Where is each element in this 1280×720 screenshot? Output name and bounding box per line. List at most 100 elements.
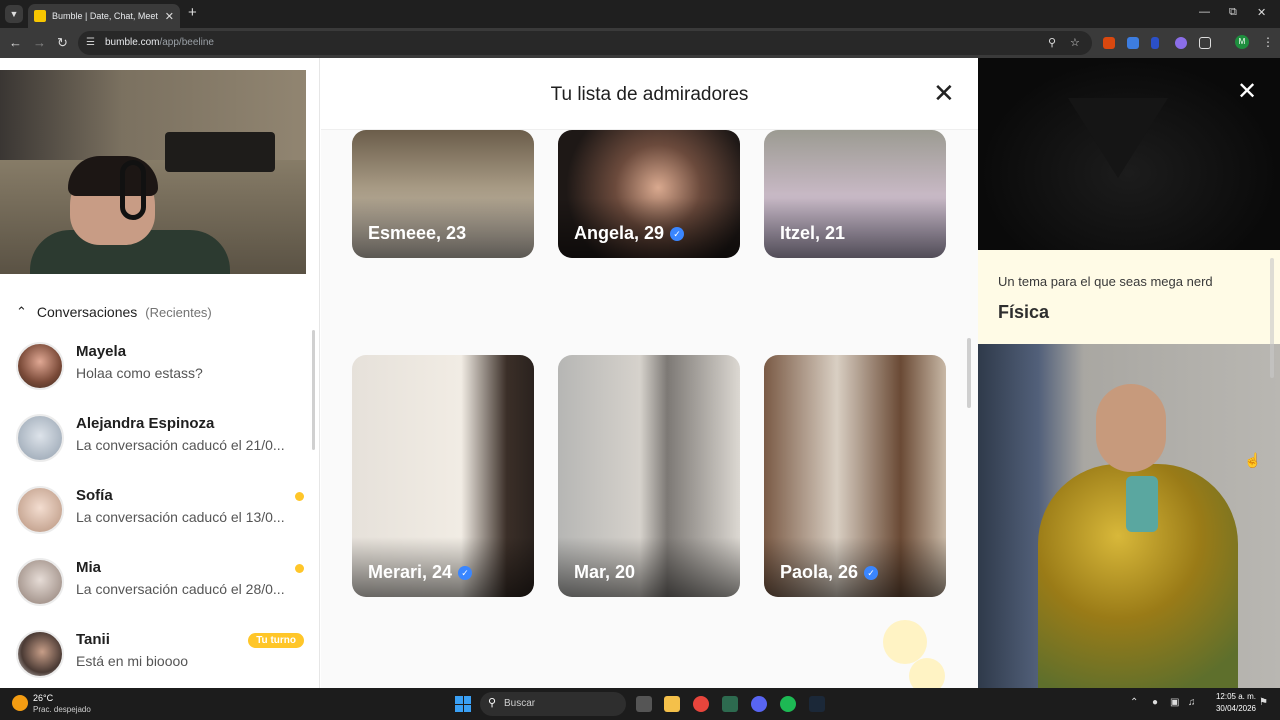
conversation-preview: La conversación caducó el 21/0... xyxy=(76,437,285,453)
admirer-card[interactable]: Itzel, 21 xyxy=(764,130,946,258)
conversation-preview: Está en mi bioooo xyxy=(76,653,189,669)
chrome-icon[interactable] xyxy=(693,696,709,712)
browser-toolbar: ← → ↻ ☰ bumble.com/app/beeline ⚲ ☆ M ⋮ xyxy=(0,28,1280,58)
browser-tab-bumble[interactable]: Bumble | Date, Chat, Meet New ✕ xyxy=(28,4,180,28)
browser-menu-icon[interactable]: ⋮ xyxy=(1262,35,1274,49)
photo-detail xyxy=(1068,98,1168,178)
taskbar-search[interactable]: ⚲ Buscar xyxy=(480,692,626,716)
honeycomb-decoration xyxy=(883,620,927,664)
url-path: /app/beeline xyxy=(159,37,214,48)
profile-avatar[interactable]: M xyxy=(1235,35,1249,49)
microphone-icon[interactable]: ● xyxy=(1152,697,1158,708)
extension-icon-4[interactable] xyxy=(1175,37,1187,49)
close-window-button[interactable]: ✕ xyxy=(1257,6,1266,19)
conversation-name: Mia xyxy=(76,559,102,576)
browser-tab-bar: ▼ Bumble | Date, Chat, Meet New ✕ + — ⧉ … xyxy=(0,0,1280,28)
tab-close-icon[interactable]: ✕ xyxy=(165,10,174,23)
conversations-header[interactable]: ⌃ Conversaciones (Recientes) xyxy=(16,304,212,320)
extension-icon-2[interactable] xyxy=(1127,37,1139,49)
minimize-window-button[interactable]: — xyxy=(1199,6,1210,18)
chevron-up-icon[interactable]: ⌃ xyxy=(16,304,27,320)
conversation-preview: La conversación caducó el 13/0... xyxy=(76,509,285,525)
steam-icon[interactable] xyxy=(809,696,825,712)
admirer-name-age: Esmeee, 23 xyxy=(368,223,467,243)
bookmark-star-icon[interactable]: ☆ xyxy=(1070,36,1080,49)
forward-button[interactable]: → xyxy=(33,35,46,51)
card-label: Esmeee, 23 xyxy=(368,223,466,244)
reload-button[interactable]: ↻ xyxy=(57,35,68,51)
conversation-name: Tanii xyxy=(76,631,110,648)
admirer-card[interactable]: Mar, 20 xyxy=(558,355,740,597)
card-label: Itzel, 21 xyxy=(780,223,845,244)
extensions-puzzle-icon[interactable] xyxy=(1199,37,1211,49)
close-icon[interactable]: ✕ xyxy=(933,80,955,106)
spotify-icon[interactable] xyxy=(780,696,796,712)
webcam-bed xyxy=(165,132,275,172)
prompt-question: Un tema para el que seas mega nerd xyxy=(998,274,1213,289)
close-icon[interactable]: ✕ xyxy=(1237,80,1257,104)
verified-check-icon: ✓ xyxy=(670,226,685,241)
windows-start-icon[interactable] xyxy=(455,696,471,712)
conversation-item-mia[interactable]: Mia La conversación caducó el 28/0... xyxy=(16,554,308,610)
avatar xyxy=(16,558,64,606)
photo-phone xyxy=(1126,476,1158,532)
admirer-card[interactable]: Merari, 24 ✓ xyxy=(352,355,534,597)
address-bar[interactable]: ☰ bumble.com/app/beeline ⚲ ☆ xyxy=(78,31,1092,55)
hand-cursor-icon: ☝ xyxy=(1244,452,1262,468)
conversation-item-sofia[interactable]: Sofía La conversación caducó el 13/0... xyxy=(16,482,308,538)
bumble-favicon-icon xyxy=(34,10,46,22)
url-domain: bumble.com xyxy=(105,37,160,48)
url-text[interactable]: bumble.com/app/beeline xyxy=(105,37,214,48)
tab-search-button[interactable]: ▼ xyxy=(5,5,23,23)
admirer-card[interactable]: Esmeee, 23 xyxy=(352,130,534,258)
notifications-icon[interactable]: ⚑ xyxy=(1259,697,1268,708)
clock-time[interactable]: 12:05 a. m. xyxy=(1206,692,1256,701)
volume-icon[interactable]: ♫ xyxy=(1188,697,1196,708)
zoom-icon[interactable]: ⚲ xyxy=(1048,36,1056,49)
admirer-name-age: Mar, 20 xyxy=(574,562,636,582)
unread-dot xyxy=(295,492,304,501)
clock-date[interactable]: 30/04/2026 xyxy=(1206,704,1256,713)
task-view-icon[interactable] xyxy=(636,696,652,712)
xbox-icon[interactable] xyxy=(722,696,738,712)
headset-icon xyxy=(120,160,146,220)
network-icon[interactable]: ▣ xyxy=(1170,697,1179,708)
modal-header: Tu lista de admiradores ✕ xyxy=(321,58,978,130)
conversation-name: Alejandra Espinoza xyxy=(76,415,215,432)
admirer-card[interactable]: Paola, 26 ✓ xyxy=(764,355,946,597)
conversation-preview: Holaa como estass? xyxy=(76,365,203,381)
back-button[interactable]: ← xyxy=(9,35,22,51)
conversation-item-tanii[interactable]: Tanii Está en mi bioooo Tu turno xyxy=(16,626,308,682)
weather-icon[interactable] xyxy=(12,695,28,711)
admirer-name-age: Itzel, 21 xyxy=(780,223,846,243)
profile-prompt: Un tema para el que seas mega nerd Físic… xyxy=(978,250,1280,344)
conversation-item-mayela[interactable]: Mayela Holaa como estass? xyxy=(16,338,308,394)
avatar xyxy=(16,342,64,390)
extension-icon-1[interactable] xyxy=(1103,37,1115,49)
tray-overflow-icon[interactable]: ⌃ xyxy=(1130,697,1138,708)
conversation-item-alejandra[interactable]: Alejandra Espinoza La conversación caduc… xyxy=(16,410,308,466)
weather-temperature: 26°C xyxy=(33,693,54,703)
sidebar-scrollbar[interactable] xyxy=(312,330,315,450)
sidebar: ⌃ Conversaciones (Recientes) Mayela Hola… xyxy=(0,58,320,688)
tab-title: Bumble | Date, Chat, Meet New xyxy=(52,11,161,21)
search-icon: ⚲ xyxy=(488,697,497,709)
unread-dot xyxy=(295,564,304,573)
file-explorer-icon[interactable] xyxy=(664,696,680,712)
extension-icon-3[interactable] xyxy=(1151,37,1159,49)
profile-scrollbar[interactable] xyxy=(1270,258,1274,378)
discord-icon[interactable] xyxy=(751,696,767,712)
admirer-name-age: Paola, 26 xyxy=(780,562,859,582)
webcam-overlay xyxy=(0,70,306,274)
profile-photo xyxy=(978,58,1280,250)
admirer-card[interactable]: Angela, 29 ✓ xyxy=(558,130,740,258)
new-tab-button[interactable]: + xyxy=(188,5,197,21)
avatar xyxy=(16,414,64,462)
site-info-icon[interactable]: ☰ xyxy=(86,37,95,48)
card-label: Mar, 20 xyxy=(574,562,635,583)
windows-taskbar: 26°C Prac. despejado ⚲ Buscar ⌃ ● ▣ ♫ 12… xyxy=(0,688,1280,720)
profile-panel: ✕ Un tema para el que seas mega nerd Fís… xyxy=(978,58,1280,688)
modal-scrollbar[interactable] xyxy=(967,338,971,408)
restore-window-button[interactable]: ⧉ xyxy=(1229,6,1237,19)
card-label: Angela, 29 ✓ xyxy=(574,223,685,244)
